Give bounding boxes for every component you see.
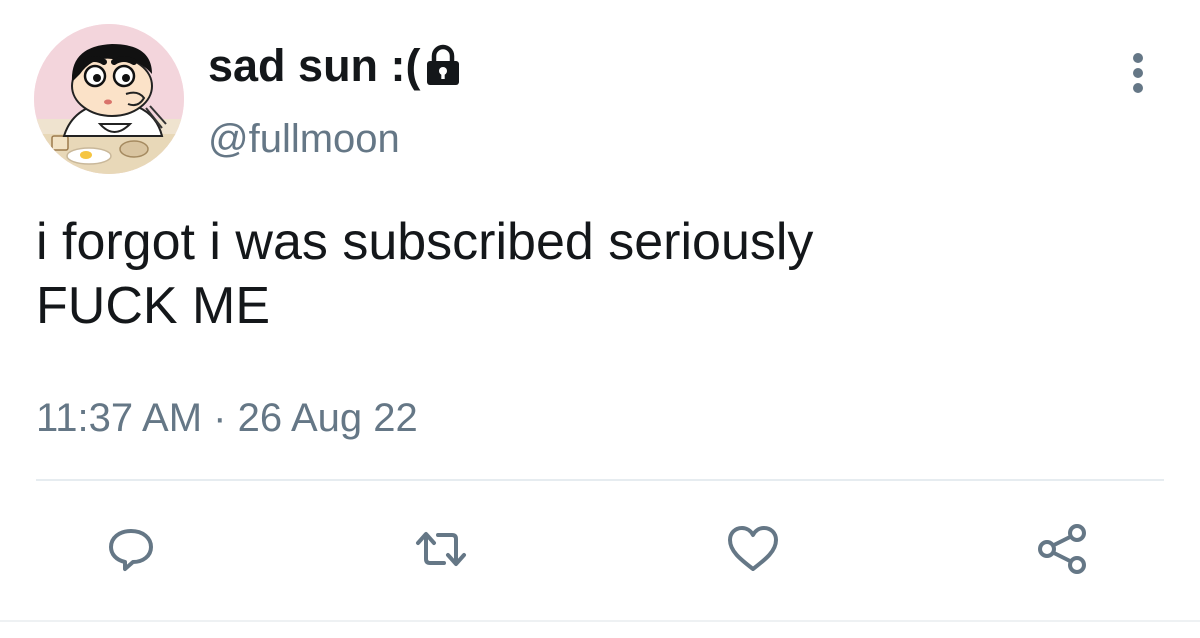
retweet-button[interactable] xyxy=(410,518,472,580)
lock-icon xyxy=(423,44,463,88)
divider xyxy=(36,479,1164,481)
tweet-text: i forgot i was subscribed seriously FUCK… xyxy=(36,213,814,335)
reply-icon xyxy=(109,529,153,571)
share-button[interactable] xyxy=(1032,518,1094,580)
tweet-timestamp[interactable]: 11:37 AM · 26 Aug 22 xyxy=(36,393,418,443)
user-handle[interactable]: @fullmoon xyxy=(208,115,400,163)
share-icon xyxy=(1038,524,1086,574)
heart-icon xyxy=(728,526,778,571)
avatar-image xyxy=(34,24,184,174)
tweet-card: sad sun :( @fullmoon i forgot i was subs… xyxy=(0,0,1200,638)
like-button[interactable] xyxy=(722,518,784,580)
avatar[interactable] xyxy=(34,24,184,174)
bottom-border xyxy=(0,620,1200,622)
more-options-button[interactable] xyxy=(1120,48,1156,98)
retweet-icon xyxy=(416,532,466,566)
display-name[interactable]: sad sun :( xyxy=(208,40,463,92)
reply-button[interactable] xyxy=(100,518,162,580)
more-vertical-icon xyxy=(1133,53,1143,93)
display-name-text: sad sun :( xyxy=(208,40,421,91)
